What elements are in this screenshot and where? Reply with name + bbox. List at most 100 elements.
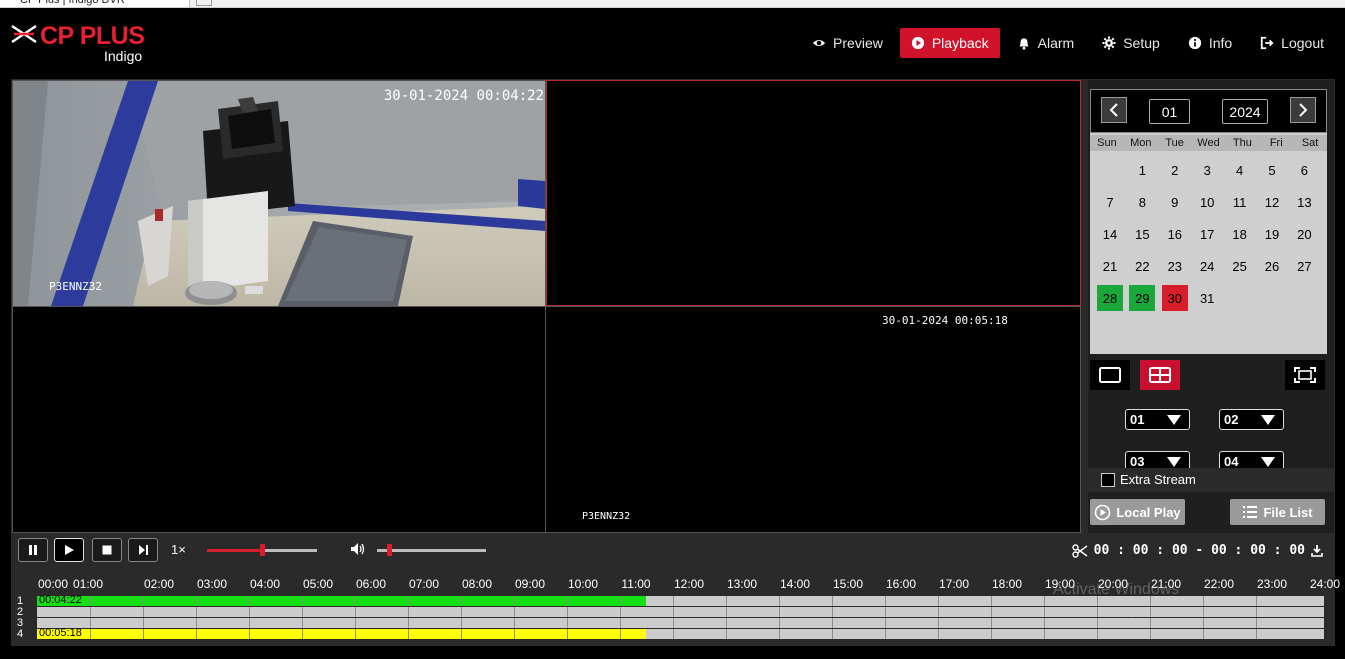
- hour-gridline: [779, 596, 780, 606]
- calendar-day[interactable]: 5: [1259, 157, 1285, 183]
- new-tab-button[interactable]: [196, 0, 212, 6]
- calendar-day[interactable]: 21: [1097, 253, 1123, 279]
- single-view-button[interactable]: [1090, 360, 1130, 390]
- calendar-day[interactable]: 24: [1194, 253, 1220, 279]
- weekday-label: Wed: [1197, 137, 1220, 149]
- recorded-segment[interactable]: [37, 629, 646, 639]
- calendar-day[interactable]: 20: [1291, 221, 1317, 247]
- calendar-day[interactable]: 27: [1291, 253, 1317, 279]
- calendar: 01 2024 Sun Mon Tue Wed Thu Fri Sat 1234567891…: [1090, 89, 1327, 354]
- playback-speed[interactable]: 1×: [171, 542, 186, 557]
- bell-icon: [1017, 36, 1031, 50]
- calendar-day[interactable]: 8: [1129, 189, 1155, 215]
- video-timestamp: 30-01-2024 00:05:18: [882, 314, 1008, 327]
- progress-knob[interactable]: [260, 544, 265, 556]
- calendar-day[interactable]: 23: [1162, 253, 1188, 279]
- calendar-day[interactable]: 14: [1097, 221, 1123, 247]
- year-select[interactable]: 2024: [1222, 99, 1268, 124]
- calendar-day[interactable]: 9: [1162, 189, 1188, 215]
- calendar-day[interactable]: 30: [1161, 285, 1188, 311]
- timeline-hour-label: 01:00: [72, 577, 104, 591]
- scissors-icon[interactable]: [1071, 543, 1088, 558]
- calendar-day[interactable]: 28: [1097, 285, 1123, 311]
- channel-select-4[interactable]: 04: [1219, 451, 1284, 468]
- timeline-hour-label: 23:00: [1256, 577, 1288, 591]
- timeline-hour-label: 06:00: [355, 577, 387, 591]
- recorded-segment[interactable]: [37, 596, 646, 606]
- nav-playback[interactable]: Playback: [899, 28, 1000, 58]
- month-select[interactable]: 01: [1149, 99, 1190, 124]
- hour-gridline: [514, 596, 515, 606]
- local-play-button[interactable]: Local Play: [1090, 499, 1185, 525]
- video-cell-3[interactable]: [13, 307, 545, 532]
- calendar-day[interactable]: 4: [1227, 157, 1253, 183]
- calendar-day[interactable]: 31: [1194, 285, 1220, 311]
- calendar-day[interactable]: 26: [1259, 253, 1285, 279]
- fullscreen-button[interactable]: [1285, 360, 1325, 390]
- hour-gridline: [196, 607, 197, 617]
- prev-month-button[interactable]: [1101, 97, 1127, 123]
- video-cell-1[interactable]: 30-01-2024 00:04:22 P3ENNZ32: [13, 81, 545, 306]
- play-button[interactable]: [54, 538, 84, 562]
- windows-activation-watermark: Activate Windows: [1053, 581, 1180, 598]
- next-frame-button[interactable]: [128, 538, 158, 562]
- extra-stream-label: Extra Stream: [1120, 472, 1196, 487]
- progress-slider[interactable]: [207, 544, 317, 556]
- calendar-day[interactable]: 25: [1227, 253, 1253, 279]
- calendar-day[interactable]: 22: [1129, 253, 1155, 279]
- file-list-button[interactable]: File List: [1230, 499, 1325, 525]
- next-month-button[interactable]: [1290, 97, 1316, 123]
- calendar-day[interactable]: 1: [1129, 157, 1155, 183]
- hour-gridline: [1097, 629, 1098, 639]
- calendar-day[interactable]: 15: [1129, 221, 1155, 247]
- hour-gridline: [726, 618, 727, 628]
- hour-gridline: [673, 629, 674, 639]
- video-cell-2[interactable]: [546, 80, 1081, 306]
- nav-preview[interactable]: Preview: [801, 28, 894, 58]
- pause-button[interactable]: [18, 538, 48, 562]
- timeline-hour-label: 08:00: [461, 577, 493, 591]
- hour-gridline: [991, 596, 992, 606]
- nav-logout[interactable]: Logout: [1249, 28, 1335, 58]
- hour-gridline: [620, 618, 621, 628]
- video-grid: 30-01-2024 00:04:22 P3ENNZ32 30-01-2024 …: [12, 80, 1081, 533]
- calendar-day[interactable]: 6: [1291, 157, 1317, 183]
- hour-gridline: [567, 629, 568, 639]
- video-cell-4[interactable]: 30-01-2024 00:05:18 P3ENNZ32: [546, 307, 1080, 532]
- progress-fill: [207, 549, 262, 552]
- file-list-label: File List: [1263, 504, 1313, 520]
- hour-gridline: [249, 607, 250, 617]
- calendar-day[interactable]: 17: [1194, 221, 1220, 247]
- windows-activation-hint: Go to Settings to activate Windows.: [1064, 606, 1254, 620]
- calendar-day[interactable]: 11: [1227, 189, 1253, 215]
- download-icon[interactable]: [1311, 544, 1323, 557]
- channel-select-3[interactable]: 03: [1125, 451, 1190, 468]
- volume-slider[interactable]: [377, 544, 486, 556]
- extra-stream-option[interactable]: Extra Stream: [1101, 472, 1196, 487]
- calendar-day[interactable]: 3: [1194, 157, 1220, 183]
- calendar-day[interactable]: 18: [1227, 221, 1253, 247]
- browser-tab[interactable]: CP Plus | Indigo DVR: [0, 0, 190, 7]
- hour-gridline: [620, 607, 621, 617]
- calendar-day[interactable]: 7: [1097, 189, 1123, 215]
- nav-alarm[interactable]: Alarm: [1006, 28, 1086, 58]
- calendar-day[interactable]: 2: [1162, 157, 1188, 183]
- channel-select-2[interactable]: 02: [1219, 409, 1284, 430]
- calendar-day[interactable]: 29: [1129, 285, 1156, 311]
- volume-icon[interactable]: [350, 542, 366, 556]
- calendar-day[interactable]: 10: [1194, 189, 1220, 215]
- timeline-track[interactable]: 00:05:18: [37, 628, 1324, 639]
- channel-select-value: 03: [1130, 454, 1145, 468]
- extra-stream-checkbox[interactable]: [1101, 472, 1115, 487]
- nav-info[interactable]: Info: [1177, 28, 1243, 58]
- stop-button[interactable]: [92, 538, 122, 562]
- calendar-day[interactable]: 12: [1259, 189, 1285, 215]
- volume-knob[interactable]: [387, 544, 392, 556]
- nav-setup[interactable]: Setup: [1091, 28, 1171, 58]
- channel-select-1[interactable]: 01: [1125, 409, 1190, 430]
- hour-gridline: [196, 596, 197, 606]
- calendar-day[interactable]: 19: [1259, 221, 1285, 247]
- quad-view-button[interactable]: [1140, 360, 1180, 390]
- calendar-day[interactable]: 16: [1162, 221, 1188, 247]
- calendar-day[interactable]: 13: [1291, 189, 1317, 215]
